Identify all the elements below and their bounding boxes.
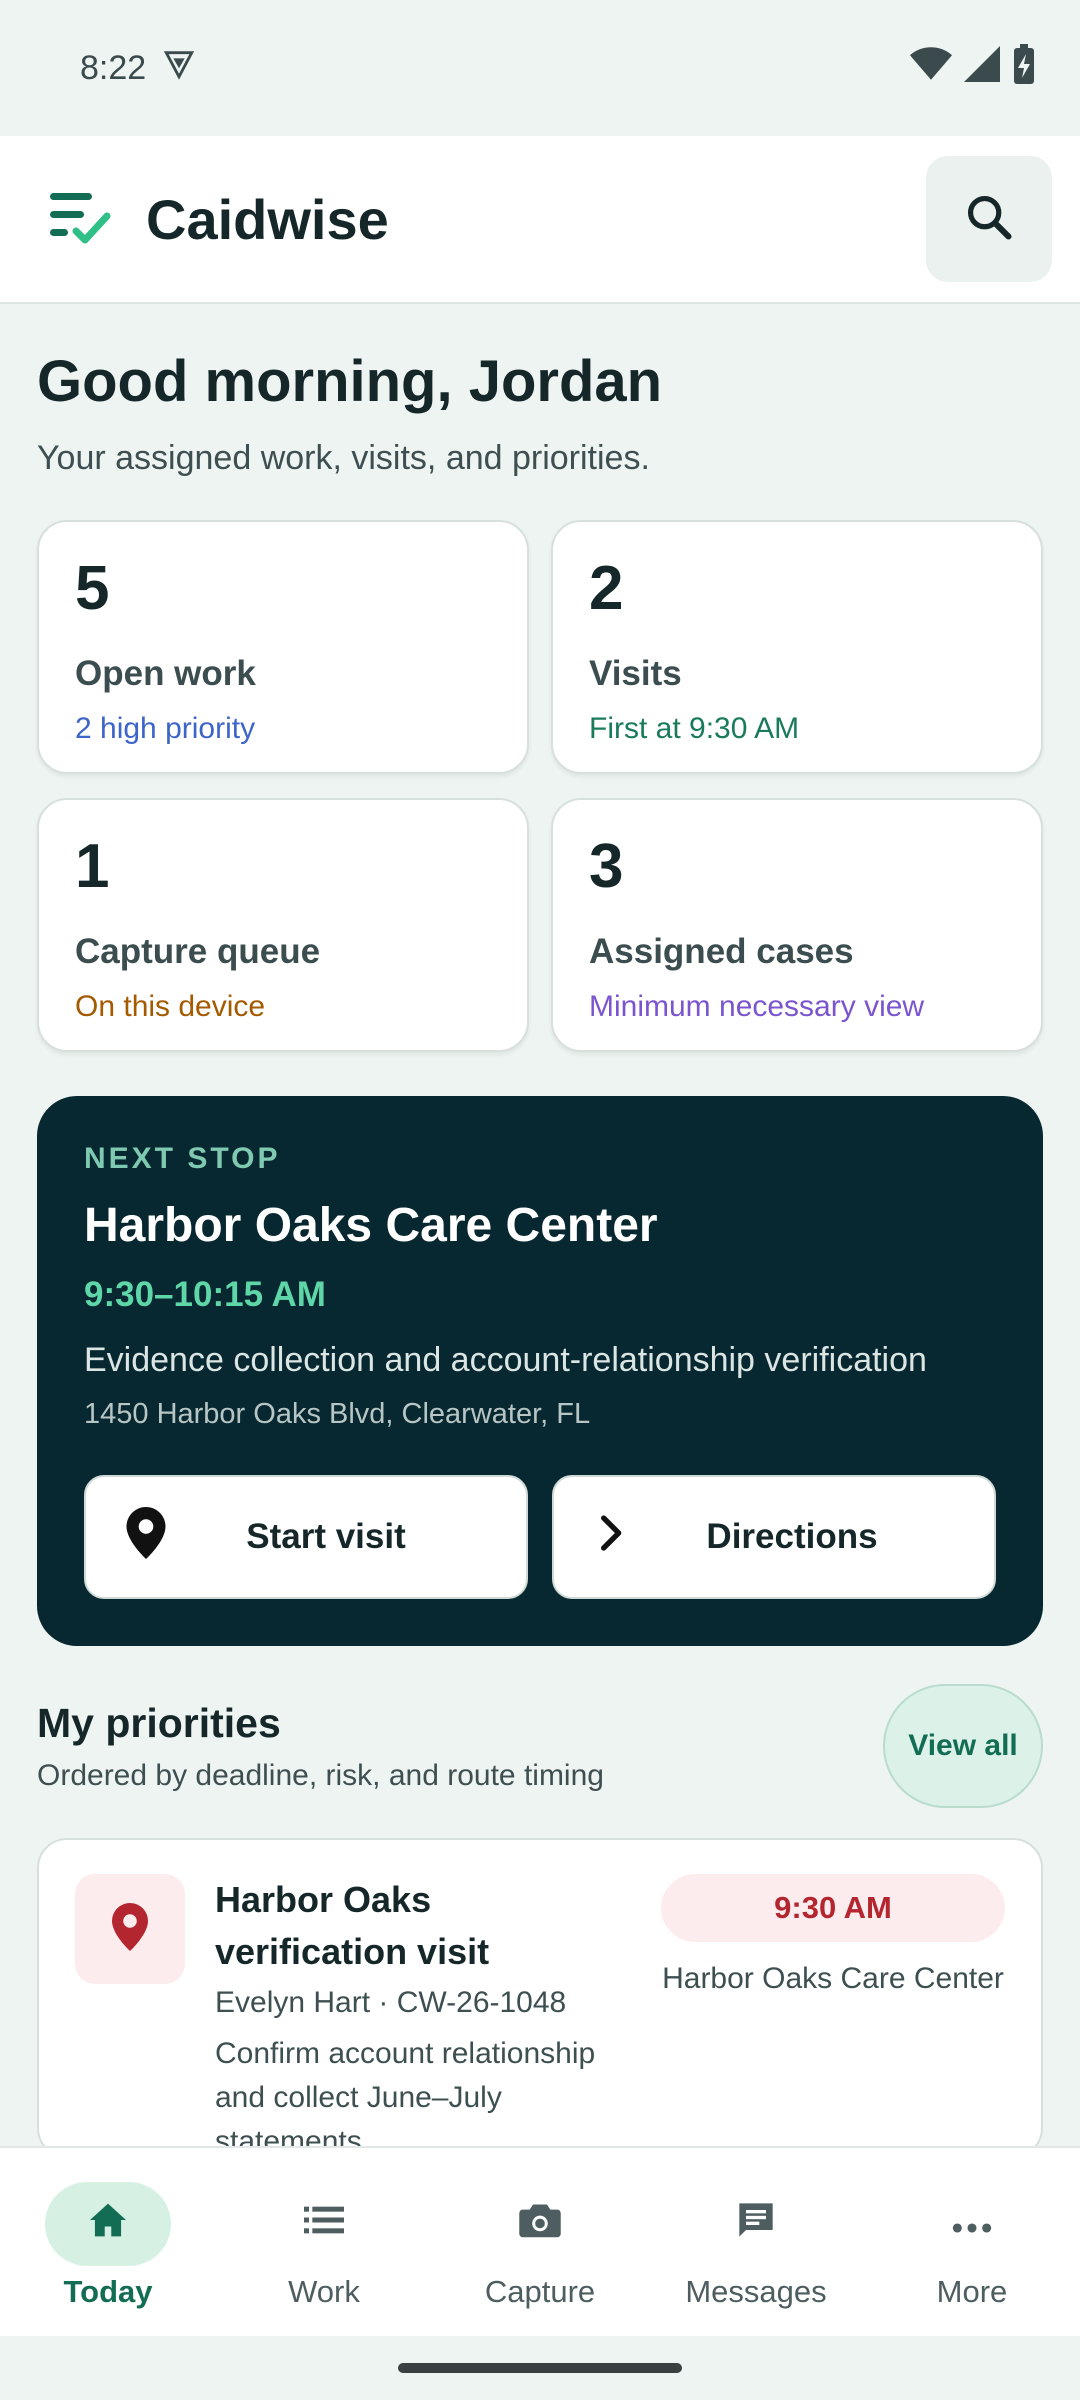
stat-label: Open work [75,654,256,693]
stat-label: Visits [589,654,682,693]
next-stop-address: 1450 Harbor Oaks Blvd, Clearwater, FL [84,1398,591,1430]
home-icon [88,2202,128,2246]
nav-label: Messages [685,2274,827,2309]
stat-card-visits[interactable]: 2 Visits First at 9:30 AM [551,520,1043,774]
status-bar: 8:22 [0,0,1080,136]
vpn-shield-icon [162,47,196,90]
stat-value: 1 [75,832,110,901]
nav-label: Capture [484,2274,596,2309]
list-icon [304,2205,344,2243]
brand: Caidwise [48,187,389,252]
status-time: 8:22 [80,48,147,87]
wifi-icon [910,46,952,91]
battery-charging-icon [1012,43,1036,93]
nav-item-messages[interactable]: Messages [656,2182,856,2310]
nav-pill [693,2182,819,2266]
location-pin-icon [126,1506,166,1568]
status-left: 8:22 [80,47,196,90]
nav-item-capture[interactable]: Capture [440,2182,640,2310]
directions-button[interactable]: Directions [552,1475,996,1599]
gesture-area [0,2336,1080,2400]
priority-icon-box [75,1874,185,1984]
greeting-title: Good morning, Jordan [37,349,663,414]
next-stop-actions: Start visit Directions [84,1475,996,1599]
priorities-subtitle: Ordered by deadline, risk, and route tim… [37,1758,604,1792]
priorities-header: My priorities Ordered by deadline, risk,… [37,1684,1043,1808]
stat-value: 2 [589,554,624,623]
stat-value: 3 [589,832,624,901]
priority-title: Harbor Oaks verification visit [215,1879,490,1972]
nav-label: Work [288,2274,360,2309]
stat-card-assigned-cases[interactable]: 3 Assigned cases Minimum necessary view [551,798,1043,1052]
stat-label: Capture queue [75,932,321,971]
gesture-handle[interactable] [398,2363,682,2373]
next-stop-card: NEXT STOP Harbor Oaks Care Center 9:30–1… [37,1096,1043,1646]
next-stop-description: Evidence collection and account-relation… [84,1341,927,1379]
stat-card-capture-queue[interactable]: 1 Capture queue On this device [37,798,529,1052]
nav-pill [477,2182,603,2266]
priority-meta: Evelyn Hart · CW-26-1048 [215,1986,567,2019]
stat-sub: First at 9:30 AM [589,712,800,745]
priority-main: Harbor Oaks verification visit Evelyn Ha… [215,1874,631,2158]
next-stop-time: 9:30–10:15 AM [84,1275,326,1314]
start-visit-button[interactable]: Start visit [84,1475,528,1599]
more-icon [952,2206,992,2242]
stat-value: 5 [75,554,110,623]
priorities-title: My priorities [37,1699,281,1746]
status-right [910,43,1036,93]
start-visit-label: Start visit [246,1517,406,1556]
next-stop-title: Harbor Oaks Care Center [84,1199,658,1252]
nav-item-today[interactable]: Today [8,2182,208,2310]
message-icon [736,2200,776,2248]
nav-pill [909,2182,1035,2266]
search-icon [963,191,1015,248]
stat-sub: On this device [75,990,266,1023]
cellular-signal-icon [964,45,1000,91]
priorities-heading: My priorities Ordered by deadline, risk,… [37,1700,604,1793]
location-pin-icon [112,1902,148,1956]
app-logo-icon [48,187,114,252]
search-button[interactable] [926,156,1052,282]
stat-sub: 2 high priority [75,712,256,745]
priority-item[interactable]: Harbor Oaks verification visit Evelyn Ha… [37,1838,1043,2158]
main-content: Good morning, Jordan Your assigned work,… [0,304,1080,2158]
priority-right: 9:30 AM Harbor Oaks Care Center [661,1874,1005,2122]
stat-card-open-work[interactable]: 5 Open work 2 high priority [37,520,529,774]
directions-label: Directions [706,1517,878,1556]
camera-icon [519,2201,561,2247]
greeting-subtitle: Your assigned work, visits, and prioriti… [37,439,650,477]
nav-item-more[interactable]: More [872,2182,1072,2310]
next-stop-eyebrow: NEXT STOP [84,1142,281,1175]
stat-sub: Minimum necessary view [589,990,925,1023]
app-name: Caidwise [146,187,389,251]
chevron-right-icon [594,1513,630,1562]
nav-pill [261,2182,387,2266]
priority-description: Confirm account relationship and collect… [215,2037,596,2158]
stat-label: Assigned cases [589,932,854,971]
nav-item-work[interactable]: Work [224,2182,424,2310]
app-bar: Caidwise [0,136,1080,304]
nav-label: More [936,2274,1008,2309]
nav-label: Today [63,2274,153,2309]
stats-grid: 5 Open work 2 high priority 2 Visits Fir… [37,520,1043,1052]
priority-time-badge: 9:30 AM [661,1874,1005,1942]
view-all-button[interactable]: View all [883,1684,1043,1808]
nav-pill [45,2182,171,2266]
bottom-nav: Today Work Capture Messages More [0,2146,1080,2336]
priority-place: Harbor Oaks Care Center [662,1962,1004,1995]
